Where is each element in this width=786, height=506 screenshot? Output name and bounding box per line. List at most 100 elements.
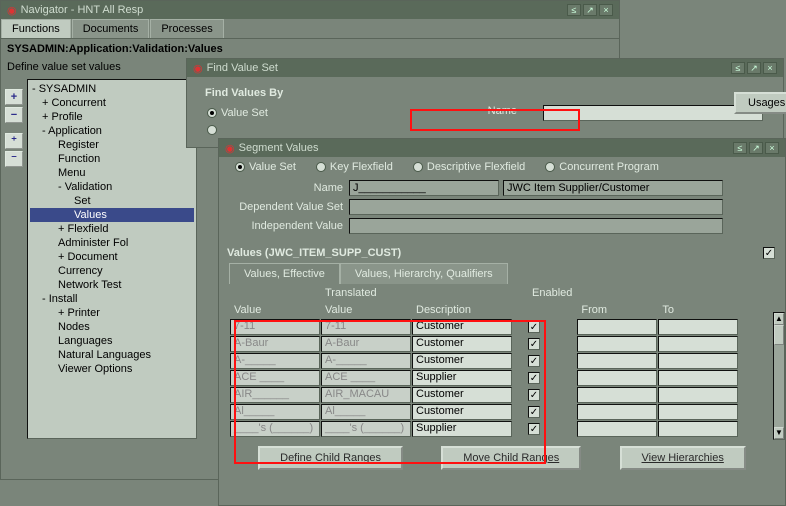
move-child-ranges-button[interactable]: Move Child Ranges (441, 446, 581, 470)
tree-node[interactable]: Network Test (30, 278, 194, 292)
cell-value[interactable]: AIR______ (230, 387, 320, 403)
cell-value[interactable]: 7-11 (230, 319, 320, 335)
define-child-ranges-button[interactable]: Define Child Ranges (258, 446, 403, 470)
tree-node[interactable]: Nodes (30, 320, 194, 334)
cell-value[interactable]: A-_____ (230, 353, 320, 369)
row-enabled-checkbox[interactable]: ✓ (528, 406, 540, 418)
tree-node[interactable]: - Application (30, 124, 194, 138)
cell-description[interactable]: Customer (412, 336, 512, 352)
tree-node[interactable]: - Validation (30, 180, 194, 194)
tree-node[interactable]: Set (30, 194, 194, 208)
cell-value[interactable]: ACE ____ (230, 370, 320, 386)
tree-node[interactable]: Function (30, 152, 194, 166)
seg-close-icon[interactable]: × (765, 142, 779, 154)
table-row[interactable]: Al_____Al_____Customer✓ (230, 404, 751, 420)
radio-descriptive-flexfield[interactable]: Descriptive Flexfield (413, 161, 525, 173)
tree-node[interactable]: - SYSADMIN (30, 82, 194, 96)
tree-node[interactable]: Administer Fol (30, 236, 194, 250)
tree-node[interactable]: + Profile (30, 110, 194, 124)
cell-description[interactable]: Customer (412, 387, 512, 403)
seg-name-input-1[interactable]: J___________ (349, 180, 499, 196)
cell-translated-value[interactable]: ACE ____ (321, 370, 411, 386)
tree-node[interactable]: + Printer (30, 306, 194, 320)
cell-translated-value[interactable]: Al_____ (321, 404, 411, 420)
scroll-down-icon[interactable]: ▼ (774, 427, 784, 439)
seg-iv-input[interactable] (349, 218, 723, 234)
tree-node[interactable]: Menu (30, 166, 194, 180)
navigator-titlebar[interactable]: ◉ Navigator - HNT All Resp ≤ ↗ × (1, 1, 619, 19)
cell-description[interactable]: Supplier (412, 421, 512, 437)
table-row[interactable]: A-_____A-_____Customer✓ (230, 353, 751, 369)
cell-value[interactable]: Al_____ (230, 404, 320, 420)
seg-titlebar[interactable]: ◉ Segment Values ≤ ↗ × (219, 139, 785, 157)
cell-description[interactable]: Supplier (412, 370, 512, 386)
collapse-button[interactable]: − (5, 107, 23, 123)
expand-all-button[interactable]: ⁺ (5, 133, 23, 149)
row-enabled-checkbox[interactable]: ✓ (528, 389, 540, 401)
view-hierarchies-button[interactable]: View Hierarchies (620, 446, 746, 470)
table-row[interactable]: A-BaurA-BaurCustomer✓ (230, 336, 751, 352)
radio-find-2[interactable] (207, 125, 217, 135)
row-enabled-checkbox[interactable]: ✓ (528, 338, 540, 350)
cell-to[interactable] (658, 353, 738, 369)
cell-from[interactable] (577, 336, 657, 352)
cell-description[interactable]: Customer (412, 353, 512, 369)
usages-button[interactable]: Usages (734, 92, 786, 114)
tree-node[interactable]: + Document (30, 250, 194, 264)
cell-to[interactable] (658, 336, 738, 352)
find-maximize-icon[interactable]: ↗ (747, 62, 761, 74)
row-enabled-checkbox[interactable]: ✓ (528, 321, 540, 333)
values-master-checkbox[interactable]: ✓ (763, 247, 775, 259)
scroll-thumb[interactable] (774, 325, 784, 345)
cell-from[interactable] (577, 319, 657, 335)
cell-to[interactable] (658, 319, 738, 335)
tree-node[interactable]: Currency (30, 264, 194, 278)
cell-translated-value[interactable]: A-_____ (321, 353, 411, 369)
cell-translated-value[interactable]: 7-11 (321, 319, 411, 335)
table-row[interactable]: AIR______AIR_MACAUCustomer ✓ (230, 387, 751, 403)
tree-node[interactable]: + Concurrent (30, 96, 194, 110)
table-row[interactable]: ____'s (______)____'s (______)Supplier✓ (230, 421, 751, 437)
seg-maximize-icon[interactable]: ↗ (749, 142, 763, 154)
expand-button[interactable]: + (5, 89, 23, 105)
cell-translated-value[interactable]: ____'s (______) (321, 421, 411, 437)
cell-to[interactable] (658, 421, 738, 437)
find-minimize-icon[interactable]: ≤ (731, 62, 745, 74)
tab-processes[interactable]: Processes (150, 19, 223, 38)
cell-translated-value[interactable]: AIR_MACAU (321, 387, 411, 403)
row-enabled-checkbox[interactable]: ✓ (528, 423, 540, 435)
cell-to[interactable] (658, 370, 738, 386)
tree-node[interactable]: + Flexfield (30, 222, 194, 236)
find-titlebar[interactable]: ◉ Find Value Set ≤ ↗ × (187, 59, 783, 77)
cell-description[interactable]: Customer (412, 319, 512, 335)
tree-node[interactable]: Languages (30, 334, 194, 348)
tree-node[interactable]: Viewer Options (30, 362, 194, 376)
tree-node[interactable]: Register (30, 138, 194, 152)
seg-name-input-2[interactable]: JWC Item Supplier/Customer (503, 180, 723, 196)
cell-value[interactable]: A-Baur (230, 336, 320, 352)
tab-values-hierarchy[interactable]: Values, Hierarchy, Qualifiers (340, 263, 508, 284)
cell-from[interactable] (577, 353, 657, 369)
nav-maximize-icon[interactable]: ↗ (583, 4, 597, 16)
cell-value[interactable]: ____'s (______) (230, 421, 320, 437)
tab-functions[interactable]: Functions (1, 19, 71, 38)
tree-node[interactable]: Natural Languages (30, 348, 194, 362)
table-row[interactable]: ACE ____ACE ____Supplier✓ (230, 370, 751, 386)
find-name-input[interactable] (543, 105, 763, 121)
cell-from[interactable] (577, 387, 657, 403)
cell-description[interactable]: Customer (412, 404, 512, 420)
cell-to[interactable] (658, 404, 738, 420)
nav-close-icon[interactable]: × (599, 4, 613, 16)
cell-from[interactable] (577, 421, 657, 437)
cell-from[interactable] (577, 404, 657, 420)
seg-minimize-icon[interactable]: ≤ (733, 142, 747, 154)
seg-dvs-input[interactable] (349, 199, 723, 215)
cell-translated-value[interactable]: A-Baur (321, 336, 411, 352)
tab-values-effective[interactable]: Values, Effective (229, 263, 340, 284)
nav-minimize-icon[interactable]: ≤ (567, 4, 581, 16)
radio-concurrent-program[interactable]: Concurrent Program (545, 161, 659, 173)
radio-value-set[interactable]: Value Set (235, 161, 296, 173)
tree-node[interactable]: - Install (30, 292, 194, 306)
grid-vertical-scrollbar[interactable]: ▲ ▼ (773, 312, 785, 440)
collapse-all-button[interactable]: ⁻ (5, 151, 23, 167)
